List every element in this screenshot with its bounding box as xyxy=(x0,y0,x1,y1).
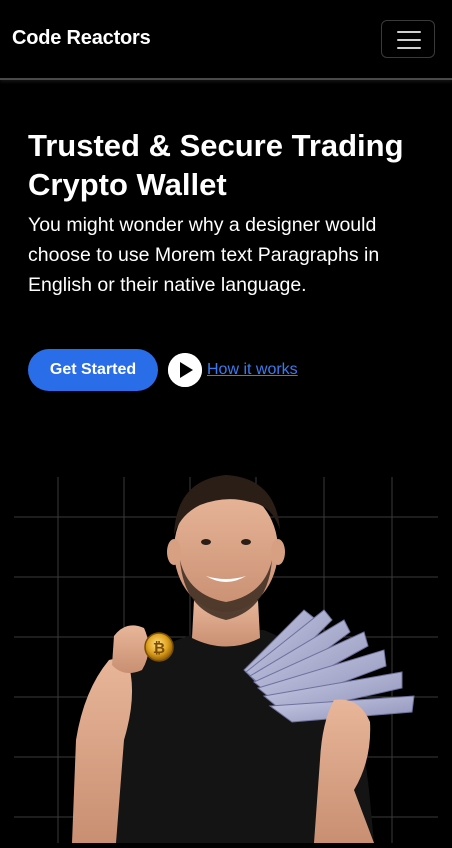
hero-illustration: ₿ xyxy=(14,460,438,843)
get-started-button[interactable]: Get Started xyxy=(28,349,158,391)
svg-text:₿: ₿ xyxy=(153,639,165,657)
hero-description: You might wonder why a designer would ch… xyxy=(28,214,380,296)
navbar: Code Reactors xyxy=(0,0,452,80)
hamburger-menu-icon xyxy=(397,31,421,33)
brand-logo-text[interactable]: Code Reactors xyxy=(12,27,151,50)
hamburger-menu-icon xyxy=(397,47,421,49)
play-button[interactable] xyxy=(168,353,202,387)
how-it-works-link[interactable]: How it works xyxy=(207,361,298,379)
person-holding-bitcoin-and-cash-illustration: ₿ xyxy=(14,475,438,843)
hero-title: Trusted & Secure Trading Crypto Wallet xyxy=(28,128,404,202)
hamburger-menu-icon xyxy=(397,39,421,41)
play-icon xyxy=(168,353,202,387)
menu-toggle-button[interactable] xyxy=(381,20,435,58)
